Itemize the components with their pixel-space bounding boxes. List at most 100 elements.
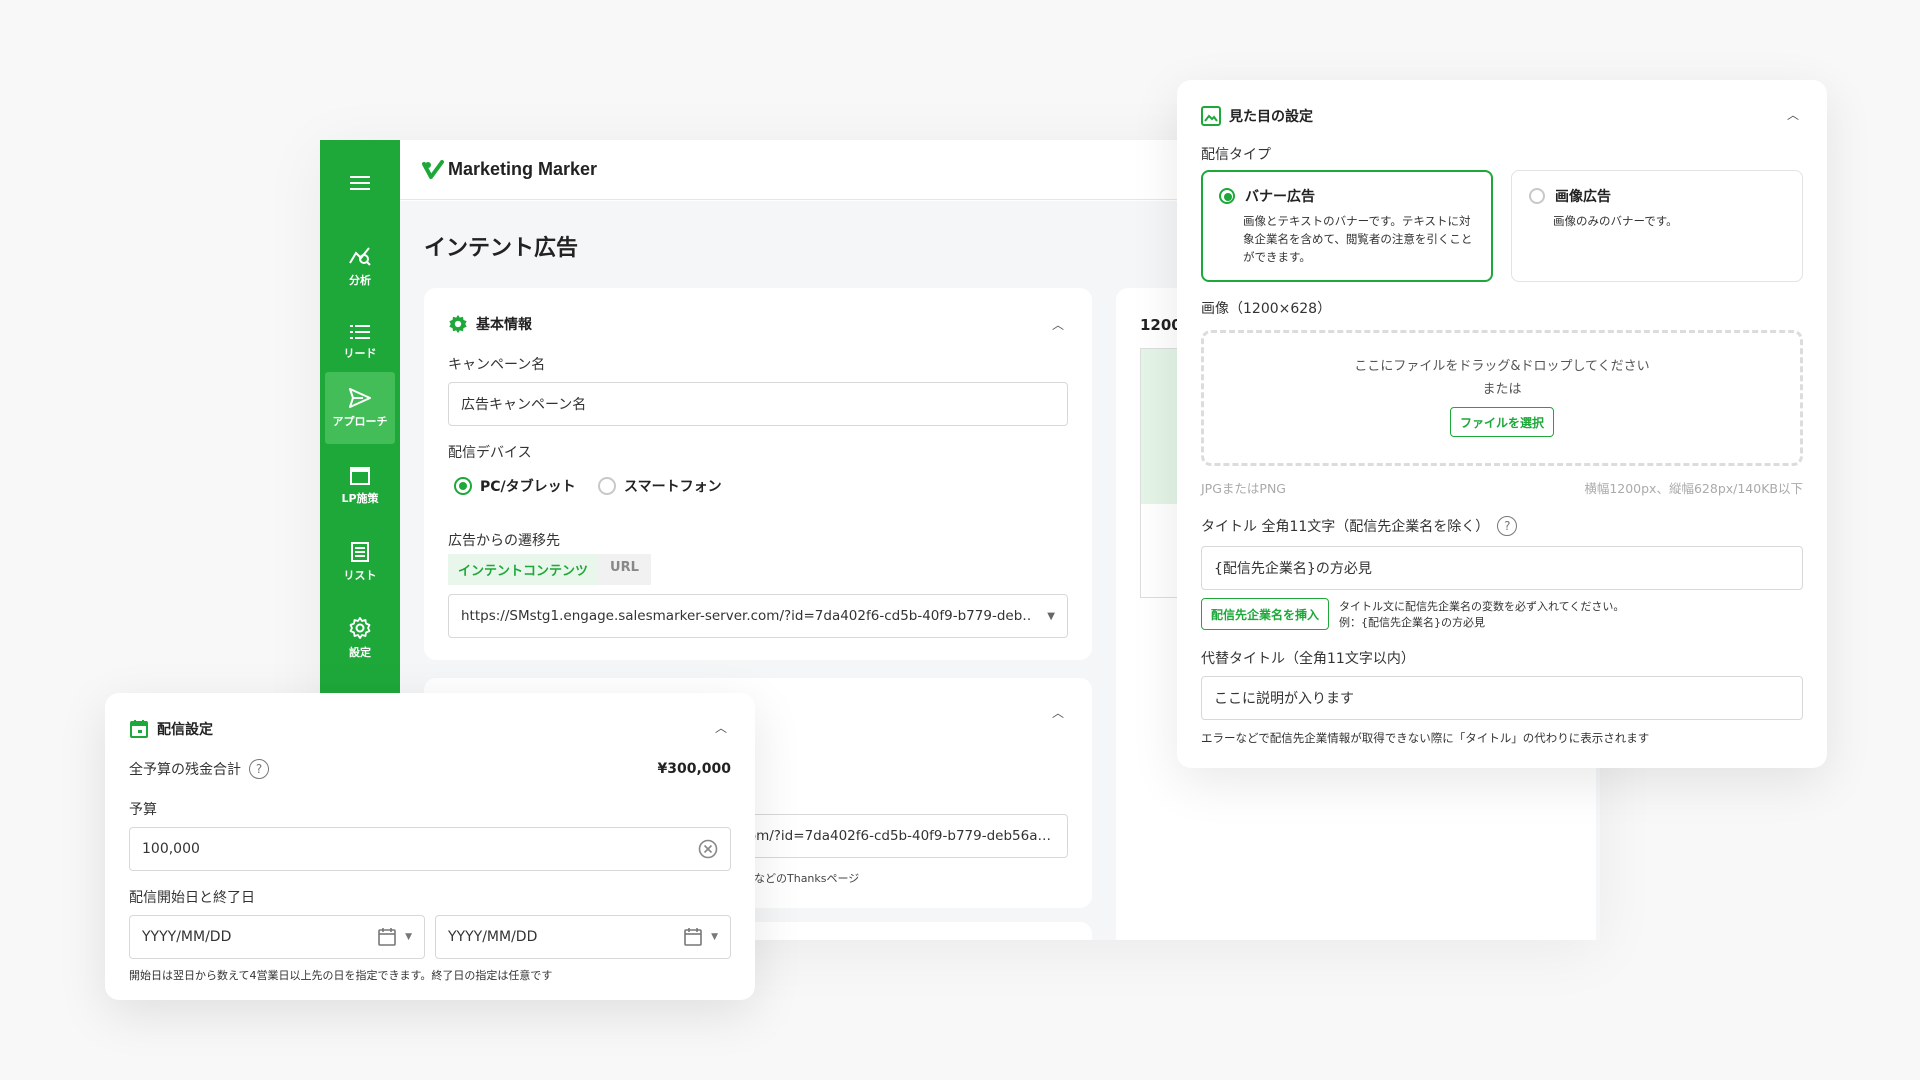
visual-settings-header[interactable]: 見た目の設定 xyxy=(1201,106,1313,126)
sidebar-item-leads[interactable]: リード xyxy=(325,306,395,378)
preview-image xyxy=(1141,349,1181,504)
sidebar-item-settings[interactable]: 設定 xyxy=(325,602,395,674)
title-label: タイトル 全角11文字（配信先企業名を除く） xyxy=(1201,519,1490,535)
tab-url[interactable]: URL xyxy=(598,554,651,585)
start-date-placeholder: YYYY/MM/DD xyxy=(142,929,232,945)
alt-title-input[interactable]: ここに説明が入ります xyxy=(1201,676,1803,720)
insert-hint: タイトル文に配信先企業名の変数を必ず入れてください。 例：{配信先企業名}の方必… xyxy=(1339,599,1624,631)
sidebar-item-label: LP施策 xyxy=(341,491,379,505)
insert-hint-example: 例：{配信先企業名}の方必見 xyxy=(1339,616,1485,629)
radio-unselected-icon xyxy=(598,477,616,495)
insert-hint-line: タイトル文に配信先企業名の変数を必ず入れてください。 xyxy=(1339,600,1625,613)
start-date-input[interactable]: YYYY/MM/DD ▼ xyxy=(129,915,425,959)
select-file-button[interactable]: ファイルを選択 xyxy=(1450,407,1554,437)
clear-icon[interactable] xyxy=(698,839,718,859)
delivery-settings-panel: 配信設定 ︿ 全予算の残金合計 ? ¥300,000 予算 100,000 配信… xyxy=(105,693,755,1000)
calendar-icon xyxy=(130,720,148,738)
sidebar-item-approach[interactable]: アプローチ xyxy=(325,372,395,444)
sidebar-item-label: 設定 xyxy=(349,645,371,659)
logo-icon xyxy=(422,159,444,179)
sidebar-item-label: リード xyxy=(343,346,377,360)
preview-size-label: 1200 xyxy=(1140,316,1182,334)
insert-company-name-button[interactable]: 配信先企業名を挿入 xyxy=(1201,598,1329,630)
device-radio-smartphone[interactable]: スマートフォン xyxy=(598,476,722,496)
document-list-icon xyxy=(351,541,369,562)
radio-selected-icon xyxy=(454,477,472,495)
url-hint: などのThanksページ xyxy=(754,872,860,885)
title-label-row: タイトル 全角11文字（配信先企業名を除く） ? xyxy=(1201,516,1518,536)
budget-input[interactable]: 100,000 xyxy=(129,827,731,871)
sidebar-item-analytics[interactable]: 分析 xyxy=(325,230,395,302)
option-header: 画像広告 xyxy=(1529,186,1785,206)
destination-tabs: インテントコンテンツ URL xyxy=(448,554,651,585)
delivery-type-label: 配信タイプ xyxy=(1201,147,1271,163)
sidebar-item-list[interactable]: リスト xyxy=(325,526,395,598)
radio-unselected-icon xyxy=(1529,188,1545,204)
radio-label: PC/タブレット xyxy=(480,479,576,495)
logo[interactable]: Marketing Marker xyxy=(422,159,597,180)
delivery-settings-header[interactable]: 配信設定 xyxy=(129,719,213,739)
budget-value: 100,000 xyxy=(142,841,200,857)
visual-settings-panel: 見た目の設定 ︿ 配信タイプ バナー広告 画像とテキストのバナーです。テキストに… xyxy=(1177,80,1827,768)
radio-label: スマートフォン xyxy=(624,479,722,495)
end-date-input[interactable]: YYYY/MM/DD ▼ xyxy=(435,915,731,959)
device-radio-pc[interactable]: PC/タブレット xyxy=(454,476,576,496)
sidebar-item-label: 分析 xyxy=(349,273,371,287)
list-icon xyxy=(350,324,370,339)
alt-title-label: 代替タイトル（全角11文字以内） xyxy=(1201,651,1415,667)
chevron-up-icon[interactable]: ︿ xyxy=(715,719,727,736)
help-icon[interactable]: ? xyxy=(1497,516,1518,536)
page-title: インテント広告 xyxy=(424,236,579,261)
basic-info-card: 基本情報 ︿ キャンペーン名 広告キャンペーン名 配信デバイス PC/タブレット… xyxy=(424,288,1092,660)
title-input[interactable]: {配信先企業名}の方必見 xyxy=(1201,546,1803,590)
image-icon xyxy=(1201,106,1221,126)
caret-down-icon[interactable]: ▼ xyxy=(405,932,412,942)
sidebar-item-label: リスト xyxy=(343,568,377,582)
destination-url-select[interactable]: https://SMstg1.engage.salesmarker-server… xyxy=(448,594,1068,638)
campaign-name-label: キャンペーン名 xyxy=(448,357,546,373)
calendar-icon[interactable] xyxy=(683,927,703,947)
size-hint: 横幅1200px、縦幅628px/140KB以下 xyxy=(1584,481,1803,496)
analytics-icon xyxy=(349,246,371,266)
device-label: 配信デバイス xyxy=(448,445,532,461)
logo-text: Marketing Marker xyxy=(448,159,598,179)
chevron-up-icon[interactable]: ︿ xyxy=(1787,106,1799,123)
file-drop-zone[interactable]: ここにファイルをドラッグ&ドロップしてください または ファイルを選択 xyxy=(1201,330,1803,466)
option-image-ad[interactable]: 画像広告 画像のみのバナーです。 xyxy=(1511,170,1803,282)
radio-selected-icon xyxy=(1219,188,1235,204)
option-title: 画像広告 xyxy=(1555,189,1611,205)
option-banner-ad[interactable]: バナー広告 画像とテキストのバナーです。テキストに対象企業名を含めて、閲覧者の注… xyxy=(1201,170,1493,282)
image-label: 画像（1200×628） xyxy=(1201,301,1332,317)
card-title: 見た目の設定 xyxy=(1229,109,1313,125)
window-icon xyxy=(350,466,370,485)
remaining-budget-label: 全予算の残金合計 xyxy=(129,762,241,778)
basic-info-header[interactable]: 基本情報 xyxy=(448,314,532,334)
hamburger-icon xyxy=(350,176,370,190)
destination-url-value: https://SMstg1.engage.salesmarker-server… xyxy=(461,608,1031,624)
remaining-budget-row: 全予算の残金合計 ? xyxy=(129,759,269,779)
dates-label: 配信開始日と終了日 xyxy=(129,890,255,906)
calendar-icon[interactable] xyxy=(377,927,397,947)
drop-or-text: または xyxy=(1482,382,1522,397)
caret-down-icon[interactable]: ▼ xyxy=(711,932,718,942)
gear-icon xyxy=(449,314,467,334)
url-value: om/?id=7da402f6-cd5b-40f9-b779-deb56a… xyxy=(747,828,1051,844)
alt-title-hint: エラーなどで配信先企業情報が取得できない際に「タイトル」の代わりに表示されます xyxy=(1201,731,1650,745)
card-title: 基本情報 xyxy=(476,317,532,333)
end-date-placeholder: YYYY/MM/DD xyxy=(448,929,538,945)
option-description: 画像とテキストのバナーです。テキストに対象企業名を含めて、閲覧者の注意を引くこと… xyxy=(1243,214,1473,264)
tab-intent-content[interactable]: インテントコンテンツ xyxy=(448,554,599,585)
option-title: バナー広告 xyxy=(1245,189,1315,205)
sidebar: 分析 リード アプローチ LP施策 リスト 設定 xyxy=(320,140,400,695)
sidebar-item-lp[interactable]: LP施策 xyxy=(325,450,395,522)
send-icon xyxy=(349,387,371,408)
chevron-up-icon[interactable]: ︿ xyxy=(1052,316,1064,333)
help-icon[interactable]: ? xyxy=(249,759,269,779)
campaign-name-input[interactable]: 広告キャンペーン名 xyxy=(448,382,1068,426)
date-picker-controls: ▼ xyxy=(683,927,718,947)
option-header: バナー広告 xyxy=(1219,186,1475,206)
option-description: 画像のみのバナーです。 xyxy=(1553,214,1678,228)
chevron-up-icon[interactable]: ︿ xyxy=(1052,704,1064,721)
hamburger-menu-button[interactable] xyxy=(320,168,400,198)
caret-down-icon: ▼ xyxy=(1047,610,1055,622)
